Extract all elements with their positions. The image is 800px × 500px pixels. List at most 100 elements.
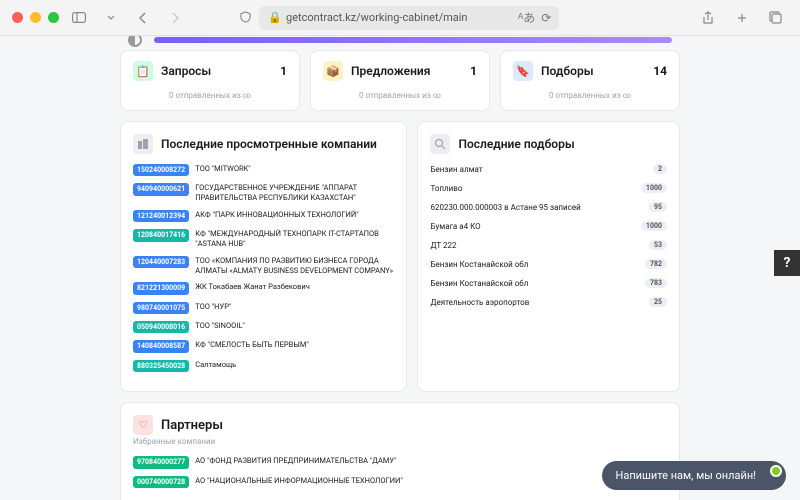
maximize-window-button[interactable] xyxy=(48,12,59,23)
stat-count: 1 xyxy=(470,64,477,78)
browser-chrome: 🔒 getcontract.kz/working-cabinet/main ᴬあ… xyxy=(0,0,800,36)
stats-row: 📋 Запросы 1 0 отправленных из ∞ 📦 Предло… xyxy=(120,50,680,111)
selection-count: 783 xyxy=(645,278,667,288)
company-name: ГОСУДАРСТВЕННОЕ УЧРЕЖДЕНИЕ "АППАРАТ ПРАВ… xyxy=(195,183,394,203)
selections-icon: 🔖 xyxy=(513,61,533,81)
contrast-icon[interactable] xyxy=(128,36,142,47)
selection-row[interactable]: Топливо 1000 xyxy=(430,183,667,193)
chat-widget[interactable]: Напишите нам, мы онлайн! xyxy=(602,461,787,490)
partner-row[interactable]: 000740000728 АО "НАЦИОНАЛЬНЫЕ ИНФОРМАЦИОН… xyxy=(133,476,667,488)
stat-count: 14 xyxy=(653,64,667,78)
company-name: КФ "СМЕЛОСТЬ БЫТЬ ПЕРВЫМ" xyxy=(195,340,394,350)
company-badge: 121240012394 xyxy=(133,210,189,222)
company-row[interactable]: 150240008272ТОО "MITWORK" xyxy=(133,164,394,176)
company-row[interactable]: 880325450028 Салтамощь xyxy=(133,360,394,372)
partner-row[interactable]: 970840000277АО "ФОНД РАЗВИТИЯ ПРЕДПРИНИМ… xyxy=(133,456,667,468)
requests-icon: 📋 xyxy=(133,61,153,81)
company-badge: 980740001075 xyxy=(133,302,189,314)
tabs-icon[interactable] xyxy=(764,8,788,28)
selection-name: ДТ 222 xyxy=(430,241,456,250)
selection-name: Бензин алмат xyxy=(430,165,482,174)
company-row[interactable]: 120840017416 КФ "МЕЖДУНАРОДНЫЙ ТЕХНОПАРК … xyxy=(133,229,394,249)
company-row[interactable]: 980740001075 ТОО "НУР" xyxy=(133,302,394,314)
stat-label: Запросы xyxy=(161,64,272,78)
selection-row[interactable]: Бензин Костанайской обл 783 xyxy=(430,278,667,288)
selection-name: Топливо xyxy=(430,184,462,193)
selection-count: 2 xyxy=(653,164,667,174)
back-button[interactable] xyxy=(131,8,155,28)
company-name: ТОО "НУР" xyxy=(195,302,394,312)
share-icon[interactable] xyxy=(696,8,720,28)
selection-count: 53 xyxy=(649,240,667,250)
company-name: ТОО "SINOOIL" xyxy=(195,321,394,331)
help-button[interactable]: ? xyxy=(774,250,800,276)
stat-card-selections[interactable]: 🔖 Подборы 14 0 отправленных из ∞ xyxy=(500,50,680,111)
companies-icon xyxy=(133,134,153,154)
partner-badge: 000740000728 xyxy=(133,476,189,488)
selection-name: Бензин Костанайской обл xyxy=(430,279,528,288)
company-badge: 050940008016 xyxy=(133,321,189,333)
stat-sub: 0 отправленных из ∞ xyxy=(133,91,287,100)
offers-icon: 📦 xyxy=(323,61,343,81)
company-name: АКФ "ПАРК ИННОВАЦИОННЫХ ТЕХНОЛОГИЙ" xyxy=(195,210,394,220)
partners-card: ♡ Партнеры Избранные компании 9708400002… xyxy=(120,402,680,500)
privacy-shield-icon xyxy=(239,11,252,24)
card-title: Последние подборы xyxy=(458,137,574,151)
selection-row[interactable]: 620230.000.000003 в Астане 95 записей 95 xyxy=(430,202,667,212)
heart-icon: ♡ xyxy=(133,415,153,435)
online-status-dot xyxy=(770,465,782,477)
stat-label: Подборы xyxy=(541,64,645,78)
company-badge: 821221300009 xyxy=(133,282,189,294)
chat-label: Напишите нам, мы онлайн! xyxy=(616,469,757,482)
company-name: Салтамощь xyxy=(195,360,394,370)
selection-row[interactable]: ДТ 222 53 xyxy=(430,240,667,250)
company-badge: 120440007283 xyxy=(133,256,189,268)
company-name: КФ "МЕЖДУНАРОДНЫЙ ТЕХНОПАРК IT-СТАРТАПОВ… xyxy=(195,229,394,249)
stat-label: Предложения xyxy=(351,64,462,78)
stat-count: 1 xyxy=(280,64,287,78)
reload-icon[interactable]: ⟳ xyxy=(541,11,551,25)
selection-count: 25 xyxy=(649,297,667,307)
selection-count: 95 xyxy=(649,202,667,212)
stat-card-requests[interactable]: 📋 Запросы 1 0 отправленных из ∞ xyxy=(120,50,300,111)
company-name: ТОО «КОМПАНИЯ ПО РАЗВИТИЮ БИЗНЕСА ГОРОДА… xyxy=(195,256,394,276)
selection-count: 1000 xyxy=(641,183,667,193)
selection-name: Бензин Костанайской обл xyxy=(430,260,528,269)
dropdown-chevron-icon[interactable] xyxy=(99,8,123,28)
selection-name: 620230.000.000003 в Астане 95 записей xyxy=(430,203,580,212)
selection-row[interactable]: Бензин Костанайской обл782 xyxy=(430,259,667,269)
selection-row[interactable]: Деятельность аэропортов 25 xyxy=(430,297,667,307)
company-name: ТОО "MITWORK" xyxy=(195,164,394,174)
close-window-button[interactable] xyxy=(12,12,23,23)
partner-badge: 970840000277 xyxy=(133,456,189,468)
selection-count: 1000 xyxy=(641,221,667,231)
company-badge: 880325450028 xyxy=(133,360,189,372)
company-row[interactable]: 120440007283 ТОО «КОМПАНИЯ ПО РАЗВИТИЮ БИ… xyxy=(133,256,394,276)
company-row[interactable]: 121240012394 АКФ "ПАРК ИННОВАЦИОННЫХ ТЕХН… xyxy=(133,210,394,222)
translate-icon[interactable]: ᴬあ xyxy=(518,9,535,26)
company-badge: 120840017416 xyxy=(133,229,189,241)
selection-name: Деятельность аэропортов xyxy=(430,298,529,307)
address-bar[interactable]: 🔒 getcontract.kz/working-cabinet/main ᴬあ… xyxy=(259,6,559,30)
company-badge: 940940000621 xyxy=(133,183,189,195)
recent-companies-card: Последние просмотренные компании 1502400… xyxy=(120,121,407,392)
partner-name: АО "НАЦИОНАЛЬНЫЕ ИНФОРМАЦИОННЫЕ ТЕХНОЛОГ… xyxy=(195,476,667,486)
company-row[interactable]: 821221300009 ЖК Токабаев Жанат Разбекович xyxy=(133,282,394,294)
minimize-window-button[interactable] xyxy=(30,12,41,23)
selection-row[interactable]: Бумага а4 КО1000 xyxy=(430,221,667,231)
company-row[interactable]: 050940008016 ТОО "SINOOIL" xyxy=(133,321,394,333)
company-row[interactable]: 140840008587КФ "СМЕЛОСТЬ БЫТЬ ПЕРВЫМ" xyxy=(133,340,394,352)
page-body: 📋 Запросы 1 0 отправленных из ∞ 📦 Предло… xyxy=(0,36,800,500)
top-accent-bar xyxy=(154,37,672,43)
stat-sub: 0 отправленных из ∞ xyxy=(323,91,477,100)
stat-card-offers[interactable]: 📦 Предложения 1 0 отправленных из ∞ xyxy=(310,50,490,111)
forward-button[interactable] xyxy=(163,8,187,28)
sidebar-toggle-icon[interactable] xyxy=(67,8,91,28)
company-row[interactable]: 940940000621 ГОСУДАРСТВЕННОЕ УЧРЕЖДЕНИЕ "… xyxy=(133,183,394,203)
company-name: ЖК Токабаев Жанат Разбекович xyxy=(195,282,394,292)
recent-selections-card: Последние подборы Бензин алмат 2 Топливо 10… xyxy=(417,121,680,392)
card-title: Партнеры xyxy=(161,418,223,433)
partners-subtitle: Избранные компании xyxy=(133,437,667,446)
selection-row[interactable]: Бензин алмат 2 xyxy=(430,164,667,174)
new-tab-icon[interactable] xyxy=(730,8,754,28)
